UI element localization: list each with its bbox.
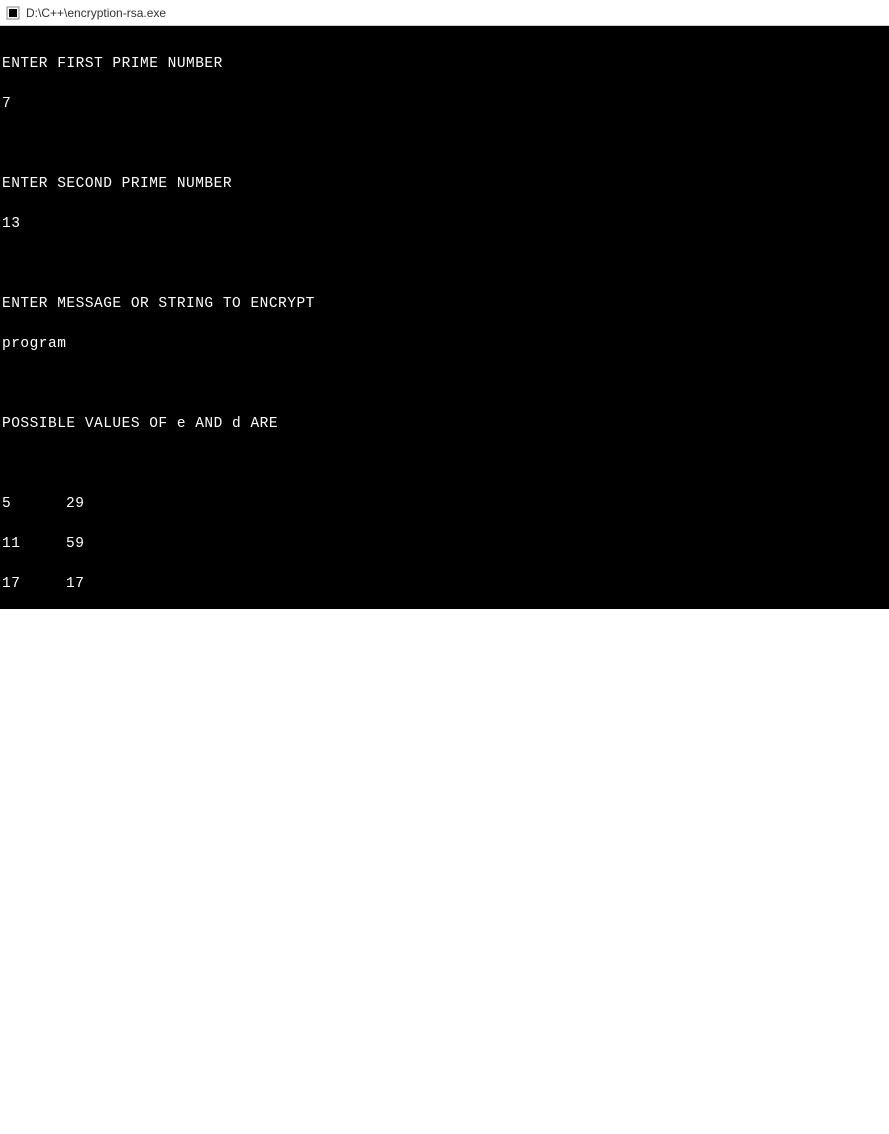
prompt-message: ENTER MESSAGE OR STRING TO ENCRYPT bbox=[2, 294, 885, 314]
decrypted-label: THE DECRYPTED MESSAGE IS bbox=[2, 934, 885, 954]
input-second-prime: 13 bbox=[2, 214, 885, 234]
e-value: 19 bbox=[2, 614, 66, 634]
press-any-key-line: Press any key to continue. bbox=[2, 1094, 885, 1114]
e-value: 5 bbox=[2, 494, 66, 514]
d-value: 5 bbox=[66, 694, 75, 714]
decrypted-value: program bbox=[2, 974, 885, 994]
console-output[interactable]: ENTER FIRST PRIME NUMBER 7 ENTER SECOND … bbox=[0, 26, 889, 609]
ed-pair-row: 1919 bbox=[2, 614, 885, 634]
d-value: 19 bbox=[66, 614, 84, 634]
ed-pair-row: 317 bbox=[2, 734, 885, 754]
prompt-second-prime: ENTER SECOND PRIME NUMBER bbox=[2, 174, 885, 194]
blank-line bbox=[2, 774, 885, 794]
ed-header: POSSIBLE VALUES OF e AND d ARE bbox=[2, 414, 885, 434]
blank-line bbox=[2, 894, 885, 914]
ed-pair-row: 2347 bbox=[2, 654, 885, 674]
encrypted-value: ¬îºƒîam bbox=[2, 854, 885, 874]
input-message: program bbox=[2, 334, 885, 354]
blank-line bbox=[2, 374, 885, 394]
ed-pair-row: 1159 bbox=[2, 534, 885, 554]
blank-line bbox=[2, 1014, 885, 1034]
blank-line bbox=[2, 254, 885, 274]
ed-pair-row: 295 bbox=[2, 694, 885, 714]
window-titlebar[interactable]: D:\C++\encryption-rsa.exe bbox=[0, 0, 889, 26]
encrypted-label: THE ENCRYPTED MESSAGE IS bbox=[2, 814, 885, 834]
prompt-first-prime: ENTER FIRST PRIME NUMBER bbox=[2, 54, 885, 74]
d-value: 59 bbox=[66, 534, 84, 554]
e-value: 29 bbox=[2, 694, 66, 714]
e-value: 31 bbox=[2, 734, 66, 754]
window-title: D:\C++\encryption-rsa.exe bbox=[26, 6, 166, 20]
e-value: 17 bbox=[2, 574, 66, 594]
ed-pair-row: 1717 bbox=[2, 574, 885, 594]
e-value: 11 bbox=[2, 534, 66, 554]
app-icon bbox=[6, 6, 20, 20]
input-first-prime: 7 bbox=[2, 94, 885, 114]
process-returned-line: Process returned 0 (0x0) execution time … bbox=[2, 1054, 885, 1074]
ed-pair-row: 529 bbox=[2, 494, 885, 514]
blank-line bbox=[2, 454, 885, 474]
e-value: 23 bbox=[2, 654, 66, 674]
blank-line bbox=[2, 134, 885, 154]
d-value: 7 bbox=[66, 734, 75, 754]
d-value: 29 bbox=[66, 494, 84, 514]
d-value: 47 bbox=[66, 654, 84, 674]
d-value: 17 bbox=[66, 574, 84, 594]
